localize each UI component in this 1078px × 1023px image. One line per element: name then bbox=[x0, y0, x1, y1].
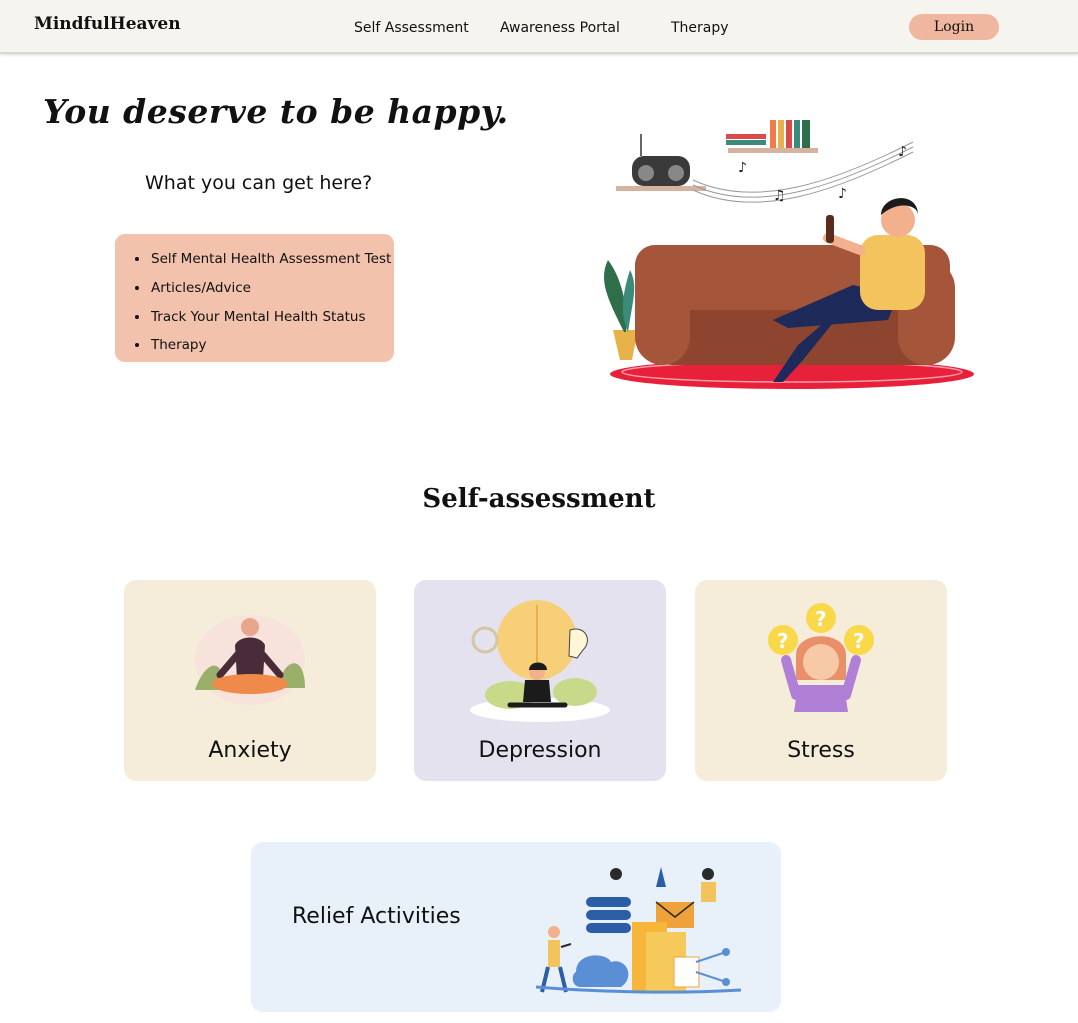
nav-link-therapy[interactable]: Therapy bbox=[671, 20, 729, 36]
svg-text:?: ? bbox=[815, 607, 827, 631]
brain-meditation-illustration bbox=[470, 600, 610, 722]
svg-text:♪: ♪ bbox=[738, 160, 747, 176]
svg-text:♪: ♪ bbox=[838, 186, 847, 202]
nav-link-awareness-portal[interactable]: Awareness Portal bbox=[500, 20, 620, 36]
svg-text:?: ? bbox=[853, 629, 865, 653]
login-button[interactable]: Login bbox=[909, 14, 999, 40]
relief-activities-illustration bbox=[536, 867, 741, 994]
relaxing-on-couch-illustration: ♪ ♫ ♪ ♪ bbox=[603, 120, 974, 389]
card-stress[interactable]: ? ? ? Stress bbox=[695, 580, 947, 781]
feature-item: Therapy bbox=[135, 331, 394, 360]
relief-activities-label: Relief Activities bbox=[292, 904, 461, 929]
card-relief-activities[interactable]: Relief Activities bbox=[251, 842, 781, 1012]
svg-text:♪: ♪ bbox=[898, 144, 907, 160]
card-anxiety[interactable]: Anxiety bbox=[124, 580, 376, 781]
card-depression[interactable]: Depression bbox=[414, 580, 666, 781]
card-label: Depression bbox=[478, 738, 602, 763]
meditating-woman-illustration bbox=[195, 615, 305, 705]
card-label: Anxiety bbox=[208, 738, 292, 763]
card-label: Stress bbox=[787, 738, 855, 763]
section-title-self-assessment: Self-assessment bbox=[422, 484, 656, 514]
hero-title: You deserve to be happy. bbox=[43, 92, 509, 131]
features-box: Self Mental Health Assessment Test Artic… bbox=[115, 234, 394, 362]
feature-item: Self Mental Health Assessment Test bbox=[135, 245, 394, 274]
feature-item: Articles/Advice bbox=[135, 274, 394, 303]
svg-text:?: ? bbox=[777, 629, 789, 653]
nav-link-self-assessment[interactable]: Self Assessment bbox=[354, 20, 469, 36]
brand-logo[interactable]: MindfulHeaven bbox=[34, 14, 181, 34]
hero-subtitle: What you can get here? bbox=[145, 172, 373, 194]
stressed-girl-illustration: ? ? ? bbox=[768, 603, 874, 712]
svg-text:♫: ♫ bbox=[773, 188, 786, 204]
navbar: MindfulHeaven Self Assessment Awareness … bbox=[0, 0, 1078, 54]
feature-item: Track Your Mental Health Status bbox=[135, 302, 394, 331]
